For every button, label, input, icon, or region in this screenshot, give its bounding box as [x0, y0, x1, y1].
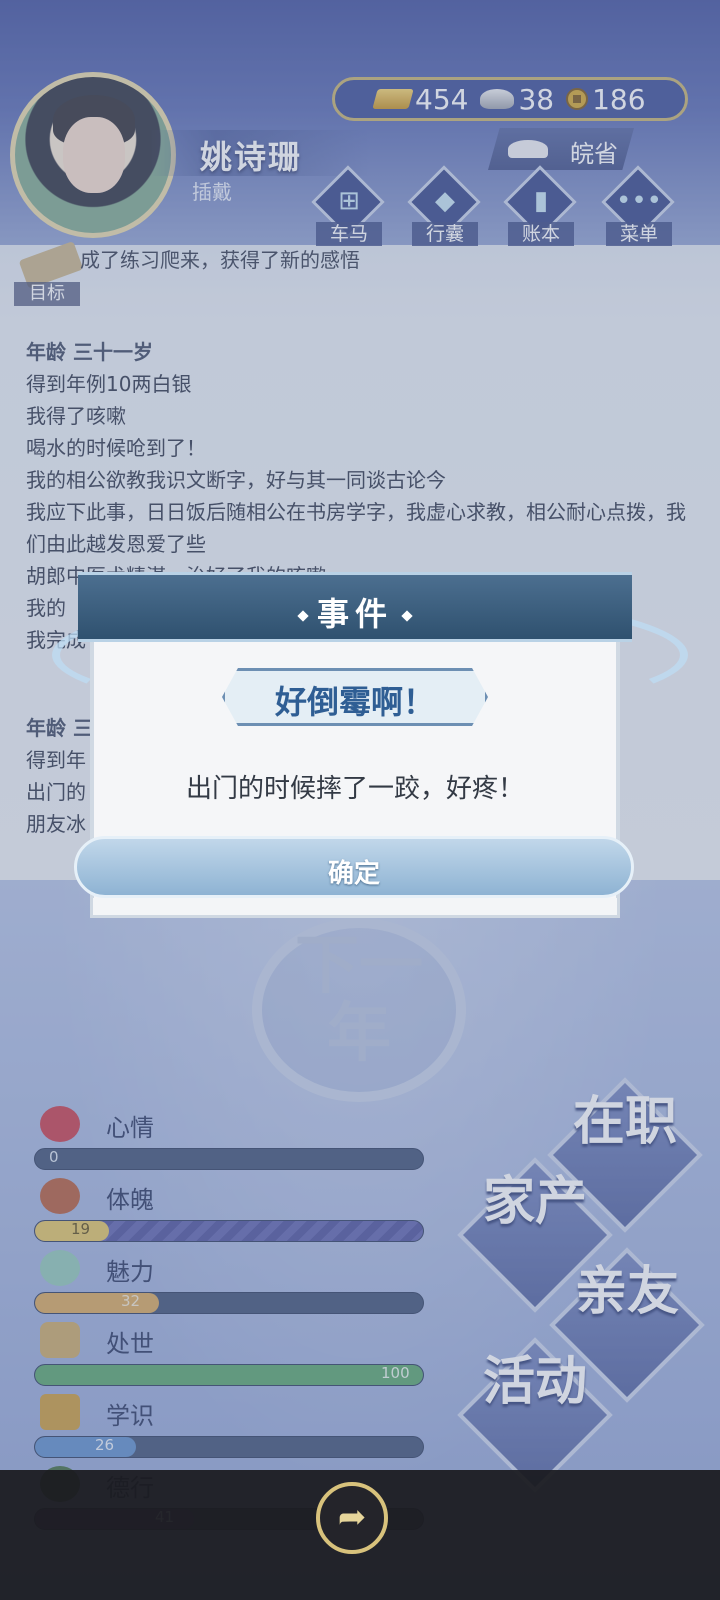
dialog-subtitle-plate: 好倒霉啊！: [222, 668, 488, 726]
dialog-header: 事件: [78, 572, 632, 642]
event-dialog: 事件 好倒霉啊！ 出门的时候摔了一跤，好疼！ 确定: [52, 572, 688, 928]
confirm-label: 确定: [327, 859, 380, 889]
dialog-subtitle: 好倒霉啊！: [274, 683, 435, 721]
confirm-button[interactable]: 确定: [74, 836, 634, 898]
share-icon[interactable]: ➦: [316, 1482, 388, 1554]
dialog-message: 出门的时候摔了一跤，好疼！: [185, 774, 524, 804]
dialog-title: 事件: [316, 595, 393, 633]
